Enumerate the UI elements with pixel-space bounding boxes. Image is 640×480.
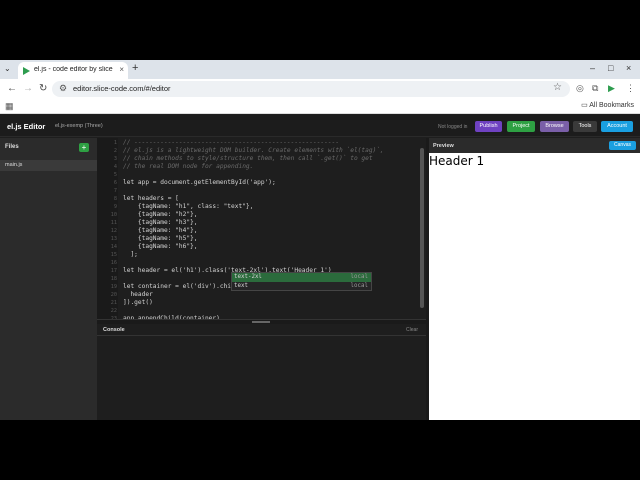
autocomplete-item[interactable]: text local: [232, 282, 371, 291]
bookmark-star-icon[interactable]: ☆: [553, 82, 562, 93]
close-tab-icon[interactable]: ×: [119, 65, 124, 74]
back-icon[interactable]: ←: [7, 83, 17, 94]
line-number: 2: [113, 148, 117, 154]
code-line[interactable]: {tagName: "h6"},: [123, 243, 198, 251]
browser-tab-bar: ⌄ el.js - code editor by slice c × + – □…: [0, 60, 640, 79]
account-button[interactable]: Account: [601, 121, 633, 132]
address-bar-row: ← → ↻ ⚙ editor.slice-code.com/#/editor ☆…: [0, 79, 640, 99]
autocomplete-name: text: [234, 283, 248, 289]
drag-handle-icon[interactable]: [252, 321, 270, 323]
console-clear-button[interactable]: Clear: [406, 327, 418, 333]
all-bookmarks-link[interactable]: ▭ All Bookmarks: [581, 101, 634, 109]
code-line[interactable]: let app = document.getElementById('app')…: [123, 179, 276, 187]
code-line[interactable]: {tagName: "h2"},: [123, 211, 198, 219]
screenshot-icon[interactable]: ◎: [576, 83, 584, 94]
line-number: 3: [113, 156, 117, 162]
editor-scrollbar[interactable]: [420, 148, 424, 308]
login-status: Not logged in: [438, 124, 468, 130]
code-line[interactable]: let headers = [: [123, 195, 179, 203]
browse-button[interactable]: Browse: [540, 121, 569, 132]
line-number: 13: [110, 236, 117, 242]
site-info-icon[interactable]: ⚙: [59, 83, 67, 94]
line-number: 6: [113, 180, 117, 186]
line-number: 9: [113, 204, 117, 210]
console-title: Console: [103, 327, 125, 333]
autocomplete-item[interactable]: text-2xl local: [232, 273, 371, 282]
line-number: 20: [110, 292, 117, 298]
maximize-icon[interactable]: □: [608, 63, 613, 73]
code-editor[interactable]: 1 2 3 4 5 6 7 8 9 10 11 12 13 14 15 16 17 18 19 20 21 22 23 //…: [97, 138, 426, 319]
line-number: 5: [113, 172, 117, 178]
line-number: 10: [110, 212, 117, 218]
autocomplete-kind: local: [350, 274, 368, 280]
code-line[interactable]: {tagName: "h4"},: [123, 227, 198, 235]
close-window-icon[interactable]: ×: [626, 63, 631, 73]
all-bookmarks-label: All Bookmarks: [589, 102, 634, 109]
code-line[interactable]: {tagName: "h1", class: "text"},: [123, 203, 254, 211]
app-header: el.js Editor el.js-exemp (Three) Not log…: [0, 115, 640, 137]
project-button[interactable]: Project: [507, 121, 535, 132]
tools-button[interactable]: Tools: [573, 121, 597, 132]
url-field[interactable]: ⚙ editor.slice-code.com/#/editor ☆: [52, 81, 570, 97]
autocomplete-name: text-2xl: [234, 274, 262, 280]
line-number: 11: [110, 220, 117, 226]
line-number: 22: [110, 308, 117, 314]
line-number: 18: [110, 276, 117, 282]
line-number: 15: [110, 252, 117, 258]
code-line[interactable]: let container = el('div').child([: [123, 283, 246, 291]
console-panel: Console Clear: [97, 324, 426, 420]
publish-button[interactable]: Publish: [475, 121, 502, 132]
code-line[interactable]: // chain methods to style/structure them…: [123, 155, 373, 163]
line-number: 16: [110, 260, 117, 266]
code-line[interactable]: // -------------------------------------…: [123, 139, 339, 147]
files-sidebar: Files + main.js: [0, 138, 97, 420]
code-line[interactable]: {tagName: "h3"},: [123, 219, 198, 227]
line-number: 7: [113, 188, 117, 194]
code-line[interactable]: ];: [123, 251, 137, 259]
file-item[interactable]: main.js: [0, 160, 97, 171]
line-gutter: 1 2 3 4 5 6 7 8 9 10 11 12 13 14 15 16 17 18 19 20 21 22 23: [97, 138, 118, 319]
profile-icon[interactable]: ▶: [608, 83, 615, 94]
line-number: 17: [110, 268, 117, 274]
code-line[interactable]: // el.js is a lightweight DOM builder. C…: [123, 147, 384, 155]
menu-kebab-icon[interactable]: ⋮: [626, 83, 635, 94]
preview-heading: Header 1: [429, 154, 485, 168]
new-tab-icon[interactable]: +: [132, 62, 138, 74]
screen: ⌄ el.js - code editor by slice c × + – □…: [0, 60, 640, 420]
line-number: 19: [110, 284, 117, 290]
line-number: 4: [113, 164, 117, 170]
app-logo: el.js Editor: [7, 122, 46, 131]
add-file-button[interactable]: +: [79, 143, 89, 152]
autocomplete-popup: text-2xl local text local: [231, 272, 372, 291]
code-line[interactable]: {tagName: "h5"},: [123, 235, 198, 243]
console-header: Console Clear: [97, 324, 426, 336]
forward-icon[interactable]: →: [23, 83, 33, 94]
minimize-icon[interactable]: –: [590, 63, 595, 73]
apps-grid-icon[interactable]: ▦: [5, 101, 14, 112]
tab-title: el.js - code editor by slice c: [34, 66, 114, 73]
autocomplete-kind: local: [350, 283, 368, 289]
extensions-icon[interactable]: ⧉: [592, 83, 598, 94]
browser-tab[interactable]: el.js - code editor by slice c ×: [18, 62, 128, 79]
site-favicon-icon: [23, 67, 30, 75]
canvas-button[interactable]: Canvas: [609, 141, 636, 150]
line-number: 21: [110, 300, 117, 306]
url-text: editor.slice-code.com/#/editor: [73, 84, 171, 93]
preview-header: Preview Canvas: [429, 138, 640, 153]
bookmarks-bar: ▦ ▭ All Bookmarks: [0, 99, 640, 114]
preview-panel: Preview Canvas Header 1: [429, 138, 640, 420]
line-number: 14: [110, 244, 117, 250]
code-line[interactable]: header: [123, 291, 152, 299]
preview-title: Preview: [433, 143, 454, 149]
project-name[interactable]: el.js-exemp (Three): [55, 123, 103, 129]
code-line[interactable]: ]).get(): [123, 299, 153, 307]
line-number: 8: [113, 196, 117, 202]
files-heading: Files: [5, 144, 19, 150]
code-line[interactable]: // the real DOM node for appending.: [123, 163, 253, 171]
reload-icon[interactable]: ↻: [39, 83, 47, 94]
line-number: 1: [113, 140, 117, 146]
line-number: 12: [110, 228, 117, 234]
tab-search-icon[interactable]: ⌄: [4, 64, 11, 73]
